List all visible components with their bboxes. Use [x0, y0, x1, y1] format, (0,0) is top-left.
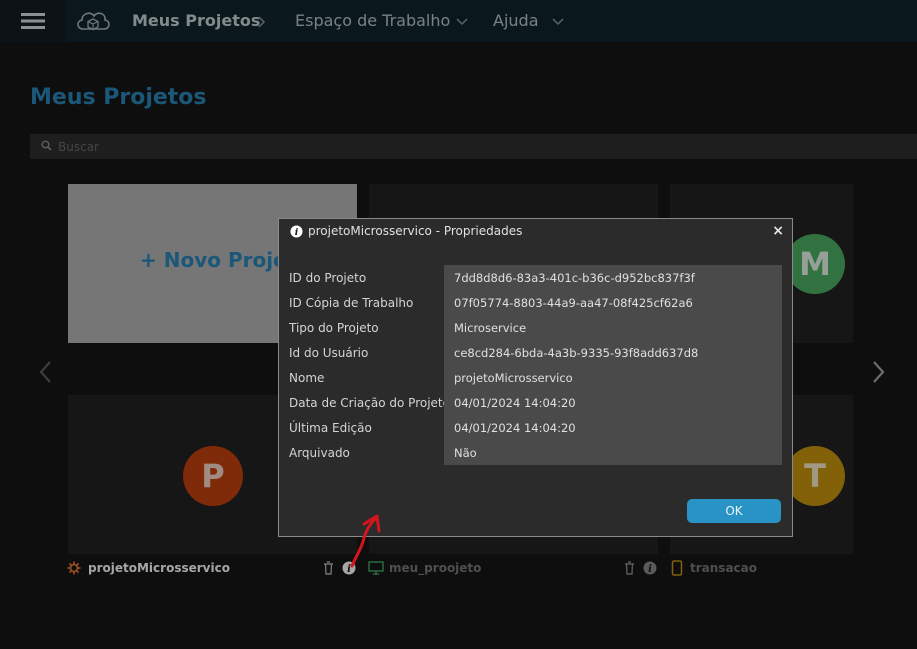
property-value: 07f05774-8803-44a9-aa47-08f425cf62a6 — [454, 296, 693, 310]
svg-text:i: i — [295, 227, 299, 238]
property-label: Nome — [289, 371, 325, 385]
property-label: ID do Projeto — [289, 271, 367, 285]
close-button[interactable]: × — [772, 223, 784, 239]
property-value: ce8cd284-6bda-4a3b-9335-93f8add637d8 — [454, 346, 699, 360]
property-value: 04/01/2024 14:04:20 — [454, 396, 576, 410]
property-value: Não — [454, 446, 477, 460]
annotation-arrow-icon — [350, 514, 381, 568]
property-label: Arquivado — [289, 446, 350, 460]
property-value: 04/01/2024 14:04:20 — [454, 421, 576, 435]
property-label: Última Edição — [289, 421, 372, 435]
property-label: Id do Usuário — [289, 346, 369, 360]
ok-button[interactable]: OK — [687, 499, 781, 523]
property-value: projetoMicrosservico — [454, 371, 573, 385]
property-label: Data de Criação do Projeto — [289, 396, 450, 410]
property-value: Microservice — [454, 321, 527, 335]
property-value: 7dd8d8d6-83a3-401c-b36c-d952bc837f3f — [454, 271, 695, 285]
property-values-panel: 7dd8d8d6-83a3-401c-b36c-d952bc837f3f 07f… — [444, 265, 782, 465]
dialog-title: projetoMicrosservico - Propriedades — [308, 224, 523, 238]
property-label: Tipo do Projeto — [289, 321, 379, 335]
property-label: ID Cópia de Trabalho — [289, 296, 414, 310]
info-icon: i — [290, 225, 303, 238]
properties-dialog: i projetoMicrosservico - Propriedades × … — [278, 218, 793, 537]
